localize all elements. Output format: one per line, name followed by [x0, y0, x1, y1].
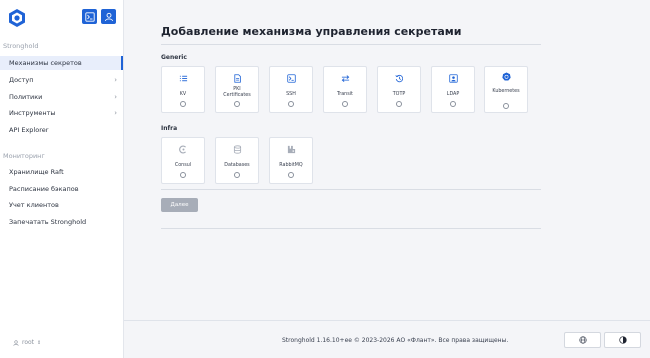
rabbitmq-icon — [286, 144, 296, 154]
page-title: Добавление механизма управления секретам… — [161, 25, 462, 38]
chevron-right-icon: › — [114, 93, 117, 101]
chevron-updown-icon: ⇕ — [37, 339, 42, 346]
sidebar-item-access[interactable]: Доступ › — [0, 73, 123, 87]
globe-icon — [578, 336, 587, 344]
sidebar-item-label: Доступ — [9, 76, 34, 84]
database-icon — [232, 144, 242, 154]
consul-icon — [178, 144, 188, 154]
engine-radio[interactable] — [503, 103, 509, 109]
footer-text: Stronghold 1.16.10+ee © 2023-2026 АО «Фл… — [282, 337, 509, 344]
footer: Stronghold 1.16.10+ee © 2023-2026 АО «Фл… — [124, 320, 650, 358]
user-icon — [104, 12, 113, 21]
arrows-swap-icon — [340, 73, 350, 83]
sidebar-item-secret-engines[interactable]: Механизмы секретов — [0, 56, 123, 70]
engine-radio[interactable] — [450, 101, 456, 107]
engine-card-rabbitmq[interactable]: RabbitMQ — [269, 137, 313, 184]
sidebar-item-client-count[interactable]: Учет клиентов — [0, 198, 123, 212]
engine-card-totp[interactable]: TOTP — [377, 66, 421, 113]
user-menu-button[interactable] — [101, 9, 116, 24]
engine-label: PKI Certificates — [223, 87, 251, 98]
stronghold-logo[interactable] — [7, 8, 27, 28]
engine-radio[interactable] — [288, 101, 294, 107]
group-label-generic: Generic — [161, 54, 187, 61]
sidebar-item-label: Запечатать Stronghold — [9, 218, 87, 226]
engine-label: Kubernetes — [492, 89, 520, 94]
user-name: root — [22, 339, 35, 346]
user-switcher[interactable]: root ⇕ — [13, 339, 41, 346]
sidebar-item-backup-schedule[interactable]: Расписание бэкапов — [0, 182, 123, 196]
engine-card-consul[interactable]: Consul — [161, 137, 205, 184]
engine-label: SSH — [286, 92, 296, 97]
terminal-button[interactable] — [82, 9, 97, 24]
sidebar-item-label: Учет клиентов — [9, 201, 59, 209]
sidebar-item-seal[interactable]: Запечатать Stronghold — [0, 215, 123, 229]
divider — [161, 44, 541, 45]
divider — [161, 189, 541, 190]
engine-card-transit[interactable]: Transit — [323, 66, 367, 113]
terminal-icon — [84, 11, 95, 22]
engine-label: TOTP — [392, 92, 406, 97]
engine-card-ssh[interactable]: SSH — [269, 66, 313, 113]
group-label-infra: Infra — [161, 125, 178, 132]
next-button[interactable]: Далее — [161, 198, 198, 212]
engine-radio[interactable] — [234, 101, 240, 107]
engine-label: KV — [179, 92, 187, 97]
engine-label: Consul — [174, 163, 192, 168]
engine-label: Databases — [224, 163, 250, 168]
engine-label: Transit — [337, 92, 353, 97]
engine-radio[interactable] — [396, 101, 402, 107]
sidebar-item-label: Хранилище Raft — [9, 168, 64, 176]
kubernetes-icon — [501, 71, 511, 81]
sidebar-item-label: Механизмы секретов — [9, 59, 82, 67]
sidebar-item-label: API Explorer — [9, 126, 49, 134]
sidebar-item-tools[interactable]: Инструменты › — [0, 106, 123, 120]
engine-card-kv[interactable]: KV — [161, 66, 205, 113]
language-button[interactable] — [564, 332, 601, 348]
engine-card-databases[interactable]: Databases — [215, 137, 259, 184]
engine-card-ldap[interactable]: LDAP — [431, 66, 475, 113]
user-small-icon — [13, 339, 19, 346]
contrast-icon — [618, 336, 627, 344]
section-label-stronghold: Stronghold — [3, 42, 39, 50]
terminal-icon — [286, 73, 296, 83]
chevron-right-icon: › — [114, 76, 117, 84]
user-card-icon — [448, 73, 458, 83]
main-content: Добавление механизма управления секретам… — [124, 0, 650, 358]
divider — [161, 228, 541, 229]
engine-radio[interactable] — [288, 172, 294, 178]
engine-radio[interactable] — [180, 172, 186, 178]
sidebar-item-raft-storage[interactable]: Хранилище Raft — [0, 165, 123, 179]
list-icon — [178, 73, 188, 83]
engine-radio[interactable] — [180, 101, 186, 107]
engine-card-pki[interactable]: PKI Certificates — [215, 66, 259, 113]
sidebar-item-api-explorer[interactable]: API Explorer — [0, 123, 123, 137]
sidebar: Stronghold Механизмы секретов Доступ › П… — [0, 0, 124, 358]
engine-radio[interactable] — [234, 172, 240, 178]
sidebar-item-policies[interactable]: Политики › — [0, 90, 123, 104]
sidebar-item-label: Политики — [9, 93, 43, 101]
document-icon — [232, 73, 242, 83]
history-icon — [394, 73, 404, 83]
theme-toggle-button[interactable] — [604, 332, 641, 348]
engine-card-kubernetes[interactable]: Kubernetes — [484, 66, 528, 113]
engine-radio[interactable] — [342, 101, 348, 107]
chevron-right-icon: › — [114, 109, 117, 117]
engine-label: LDAP — [446, 92, 460, 97]
sidebar-item-label: Расписание бэкапов — [9, 185, 79, 193]
engine-label: RabbitMQ — [279, 163, 303, 168]
section-label-monitoring: Мониторинг — [3, 152, 45, 160]
sidebar-item-label: Инструменты — [9, 109, 56, 117]
